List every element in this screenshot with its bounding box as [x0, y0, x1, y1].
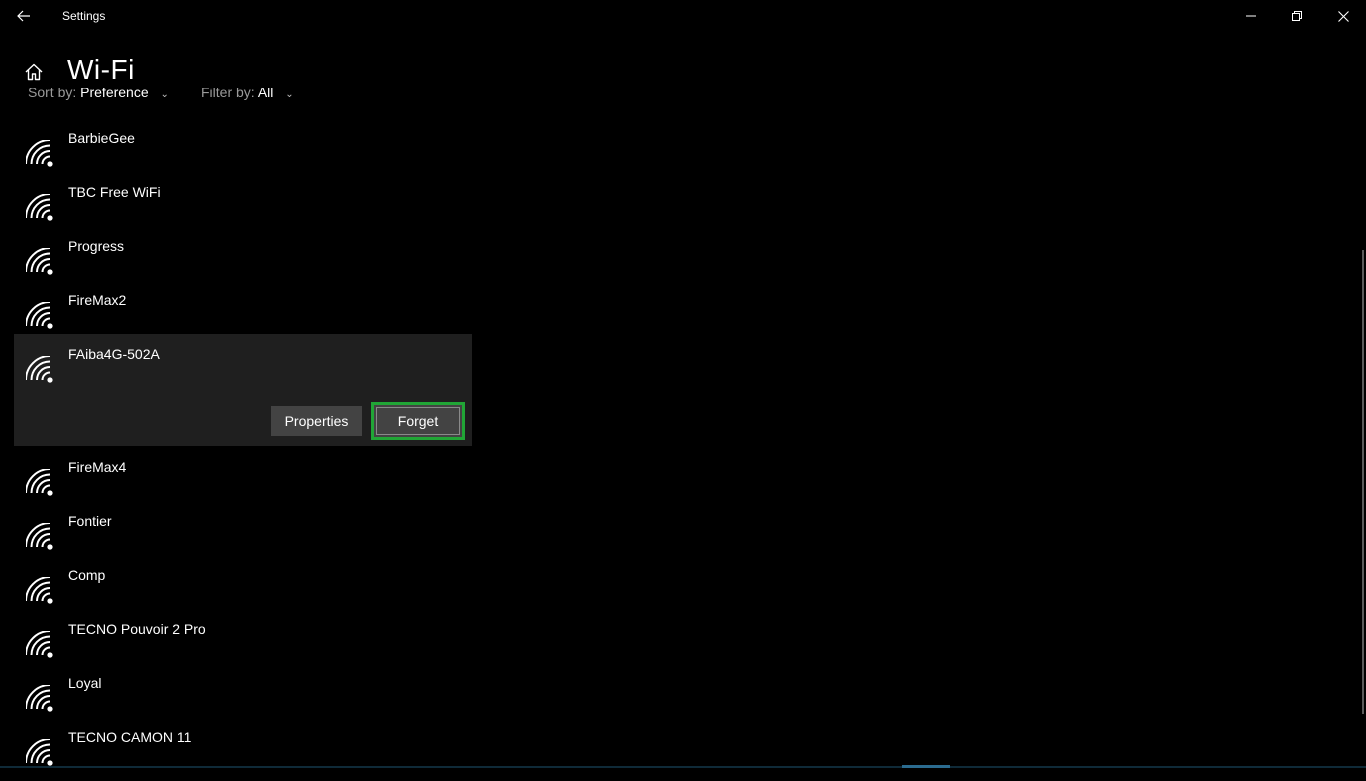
- wifi-signal-icon: [25, 247, 56, 278]
- wifi-signal-icon: [25, 301, 56, 332]
- home-icon: [25, 63, 43, 81]
- wifi-signal-icon: [25, 355, 56, 386]
- properties-button[interactable]: Properties: [271, 406, 362, 436]
- close-button[interactable]: [1320, 0, 1366, 32]
- network-name: Progress: [68, 238, 125, 254]
- close-icon: [1337, 10, 1349, 22]
- network-name: Fontier: [68, 513, 112, 529]
- app-title: Settings: [62, 9, 106, 23]
- wifi-signal-icon: [25, 684, 56, 715]
- sort-label: Sort by:: [28, 88, 77, 100]
- filter-value: All: [257, 88, 274, 100]
- network-name: BarbieGee: [68, 130, 135, 146]
- wifi-signal-icon: [25, 468, 56, 499]
- chevron-down-icon: ⌄: [285, 89, 294, 100]
- chevron-down-icon: ⌄: [160, 89, 169, 100]
- home-button[interactable]: [22, 60, 46, 84]
- restore-button[interactable]: [1274, 0, 1320, 32]
- scrollbar[interactable]: [1362, 250, 1364, 714]
- network-item[interactable]: FireMax4: [14, 457, 472, 511]
- network-item[interactable]: TECNO Pouvoir 2 Pro: [14, 619, 472, 673]
- minimize-icon: [1246, 15, 1256, 17]
- network-item[interactable]: BarbieGee: [14, 128, 472, 182]
- network-name: TECNO Pouvoir 2 Pro: [68, 621, 206, 637]
- page-title: Wi-Fi: [67, 54, 135, 85]
- forget-button-label: Forget: [376, 407, 460, 435]
- network-item[interactable]: TECNO CAMON 11: [14, 727, 472, 781]
- filter-label: Filter by:: [201, 88, 255, 100]
- title-bar: Settings: [0, 0, 1366, 32]
- network-name: Comp: [68, 567, 106, 583]
- network-name: TBC Free WiFi: [68, 184, 161, 200]
- page-header: Wi-Fi: [0, 50, 1366, 90]
- wifi-signal-icon: [25, 738, 56, 769]
- network-name: FireMax4: [68, 459, 127, 475]
- network-item[interactable]: Progress: [14, 236, 472, 290]
- wifi-signal-icon: [25, 630, 56, 661]
- forget-button[interactable]: Forget: [371, 402, 465, 440]
- back-button[interactable]: [8, 0, 40, 32]
- wifi-signal-icon: [25, 139, 56, 170]
- back-arrow-icon: [17, 10, 30, 22]
- network-item[interactable]: FAiba4G-502A Properties Forget: [14, 334, 472, 446]
- wifi-signal-icon: [25, 193, 56, 224]
- wifi-signal-icon: [25, 576, 56, 607]
- network-name: FAiba4G-502A: [68, 346, 160, 362]
- sort-dropdown[interactable]: Sort by: Preference ⌄: [28, 88, 169, 100]
- network-item[interactable]: TBC Free WiFi: [14, 182, 472, 236]
- network-name: FireMax2: [68, 292, 127, 308]
- filter-bar: Sort by: Preference ⌄ Filter by: All ⌄: [28, 88, 428, 104]
- minimize-button[interactable]: [1228, 0, 1274, 32]
- network-name: Loyal: [68, 675, 102, 691]
- network-name: TECNO CAMON 11: [68, 729, 192, 745]
- network-item[interactable]: Fontier: [14, 511, 472, 565]
- filter-dropdown[interactable]: Filter by: All ⌄: [201, 88, 294, 100]
- network-item[interactable]: Loyal: [14, 673, 472, 727]
- sort-value: Preference: [80, 88, 149, 100]
- wifi-signal-icon: [25, 522, 56, 553]
- network-item[interactable]: Comp: [14, 565, 472, 619]
- restore-icon: [1292, 11, 1302, 21]
